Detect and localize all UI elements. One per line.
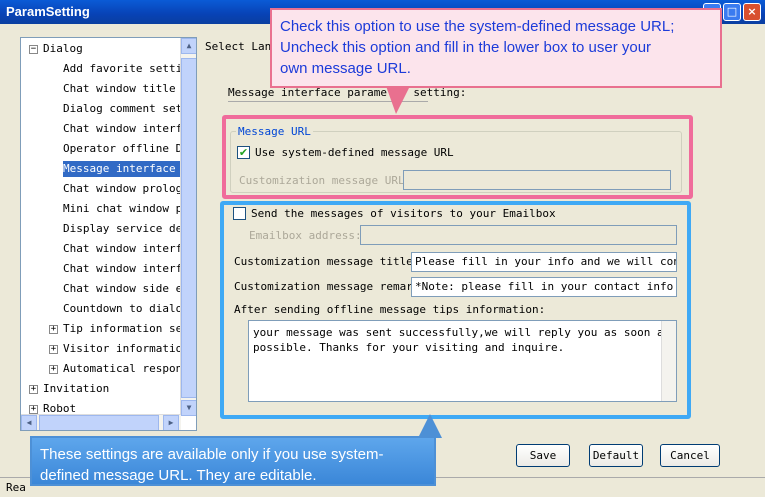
- tree-expander-icon[interactable]: +: [29, 385, 38, 394]
- tree-expander-icon[interactable]: +: [49, 325, 58, 334]
- tree-item[interactable]: Add favorite setting: [63, 61, 195, 77]
- scroll-right-icon[interactable]: ▶: [163, 415, 179, 430]
- cancel-button[interactable]: Cancel: [660, 444, 720, 467]
- tree-item[interactable]: Automatical response: [63, 361, 195, 377]
- tree-item[interactable]: Countdown to dialog: [63, 301, 189, 317]
- select-language-label: Select Lang: [205, 40, 278, 53]
- window-title: ParamSetting: [6, 4, 90, 19]
- pink-highlight-box: [222, 115, 693, 199]
- settings-tree[interactable]: − Dialog Add favorite setting Chat window t…: [20, 37, 197, 431]
- blue-callout-pointer: [418, 414, 442, 438]
- scroll-left-icon[interactable]: ◀: [21, 415, 37, 430]
- pink-callout-pointer: [386, 86, 410, 114]
- tree-item[interactable]: Message interface se: [63, 161, 196, 177]
- tree-item[interactable]: Invitation: [43, 381, 109, 397]
- tree-item[interactable]: Chat window side edg: [63, 281, 195, 297]
- tree-expander-icon[interactable]: +: [29, 405, 38, 414]
- blue-callout: These settings are available only if you…: [30, 436, 436, 486]
- default-button[interactable]: Default: [589, 444, 643, 467]
- scroll-thumb[interactable]: [181, 58, 196, 398]
- pink-callout: Check this option to use the system-defi…: [270, 8, 722, 88]
- tree-item[interactable]: Chat window interfac: [63, 241, 195, 257]
- tree-item[interactable]: Chat window interfac: [63, 121, 195, 137]
- tree-item[interactable]: Visitor information: [63, 341, 189, 357]
- tree-expander-icon[interactable]: −: [29, 45, 38, 54]
- hscroll-thumb[interactable]: [39, 415, 159, 430]
- scroll-up-icon[interactable]: ▲: [181, 38, 196, 54]
- tree-vertical-scrollbar[interactable]: ▲ ▼: [180, 38, 196, 416]
- tree-item[interactable]: Dialog: [43, 41, 83, 57]
- close-button[interactable]: ×: [743, 3, 761, 21]
- tree-item[interactable]: Operator offline Dis: [63, 141, 195, 157]
- tree-item[interactable]: Tip information sett: [63, 321, 195, 337]
- tree-item[interactable]: Chat window interfac: [63, 261, 195, 277]
- tree-item[interactable]: Mini chat window pro: [63, 201, 195, 217]
- tree-horizontal-scrollbar[interactable]: ◀ ▶: [21, 414, 181, 430]
- tree-expander-icon[interactable]: +: [49, 345, 58, 354]
- maximize-button[interactable]: □: [723, 3, 741, 21]
- tree-item[interactable]: Chat window title se: [63, 81, 195, 97]
- tree-item[interactable]: Dialog comment setti: [63, 101, 195, 117]
- scroll-down-icon[interactable]: ▼: [181, 400, 196, 416]
- tree-item[interactable]: Chat window prologue: [63, 181, 195, 197]
- tree-expander-icon[interactable]: +: [49, 365, 58, 374]
- blue-highlight-box: [220, 201, 691, 419]
- save-button[interactable]: Save: [516, 444, 570, 467]
- tree-item[interactable]: Display service depa: [63, 221, 195, 237]
- status-text: Rea: [6, 481, 26, 494]
